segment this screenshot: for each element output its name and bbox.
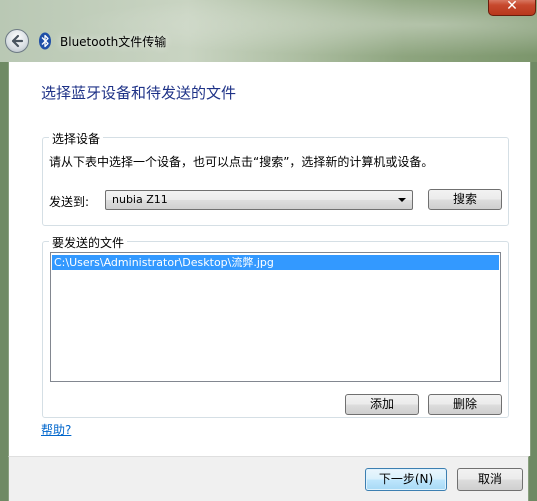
send-to-label: 发送到: — [49, 195, 90, 209]
device-group-legend: 选择设备 — [49, 130, 104, 147]
device-instruction: 请从下表中选择一个设备，也可以点击“搜索”，选择新的计算机或设备。 — [49, 155, 434, 169]
close-button[interactable]: ✕ — [488, 0, 536, 16]
window-title: Bluetooth文件传输 — [60, 35, 167, 49]
chevron-down-icon — [398, 198, 406, 202]
files-group-legend: 要发送的文件 — [49, 234, 128, 251]
back-button[interactable] — [5, 29, 29, 53]
dialog-footer: 下一步(N) 取消 — [8, 456, 529, 501]
dialog-content: 选择蓝牙设备和待发送的文件 选择设备 请从下表中选择一个设备，也可以点击“搜索”… — [8, 62, 531, 456]
next-button[interactable]: 下一步(N) — [365, 468, 447, 491]
add-button[interactable]: 添加 — [345, 394, 419, 415]
search-button[interactable]: 搜索 — [428, 189, 502, 210]
back-arrow-icon — [11, 34, 24, 48]
device-dropdown[interactable]: nubia Z11 — [105, 190, 413, 210]
page-title: 选择蓝牙设备和待发送的文件 — [41, 84, 237, 102]
file-list[interactable]: C:\Users\Administrator\Desktop\流弊.jpg — [50, 252, 501, 382]
delete-button[interactable]: 删除 — [428, 394, 502, 415]
window-titlebar — [0, 0, 537, 62]
help-link[interactable]: 帮助? — [41, 421, 71, 438]
bluetooth-icon — [39, 32, 51, 50]
device-group: 选择设备 — [42, 130, 509, 226]
list-item[interactable]: C:\Users\Administrator\Desktop\流弊.jpg — [52, 255, 499, 270]
cancel-button[interactable]: 取消 — [457, 468, 523, 491]
device-dropdown-value: nubia Z11 — [112, 193, 168, 206]
